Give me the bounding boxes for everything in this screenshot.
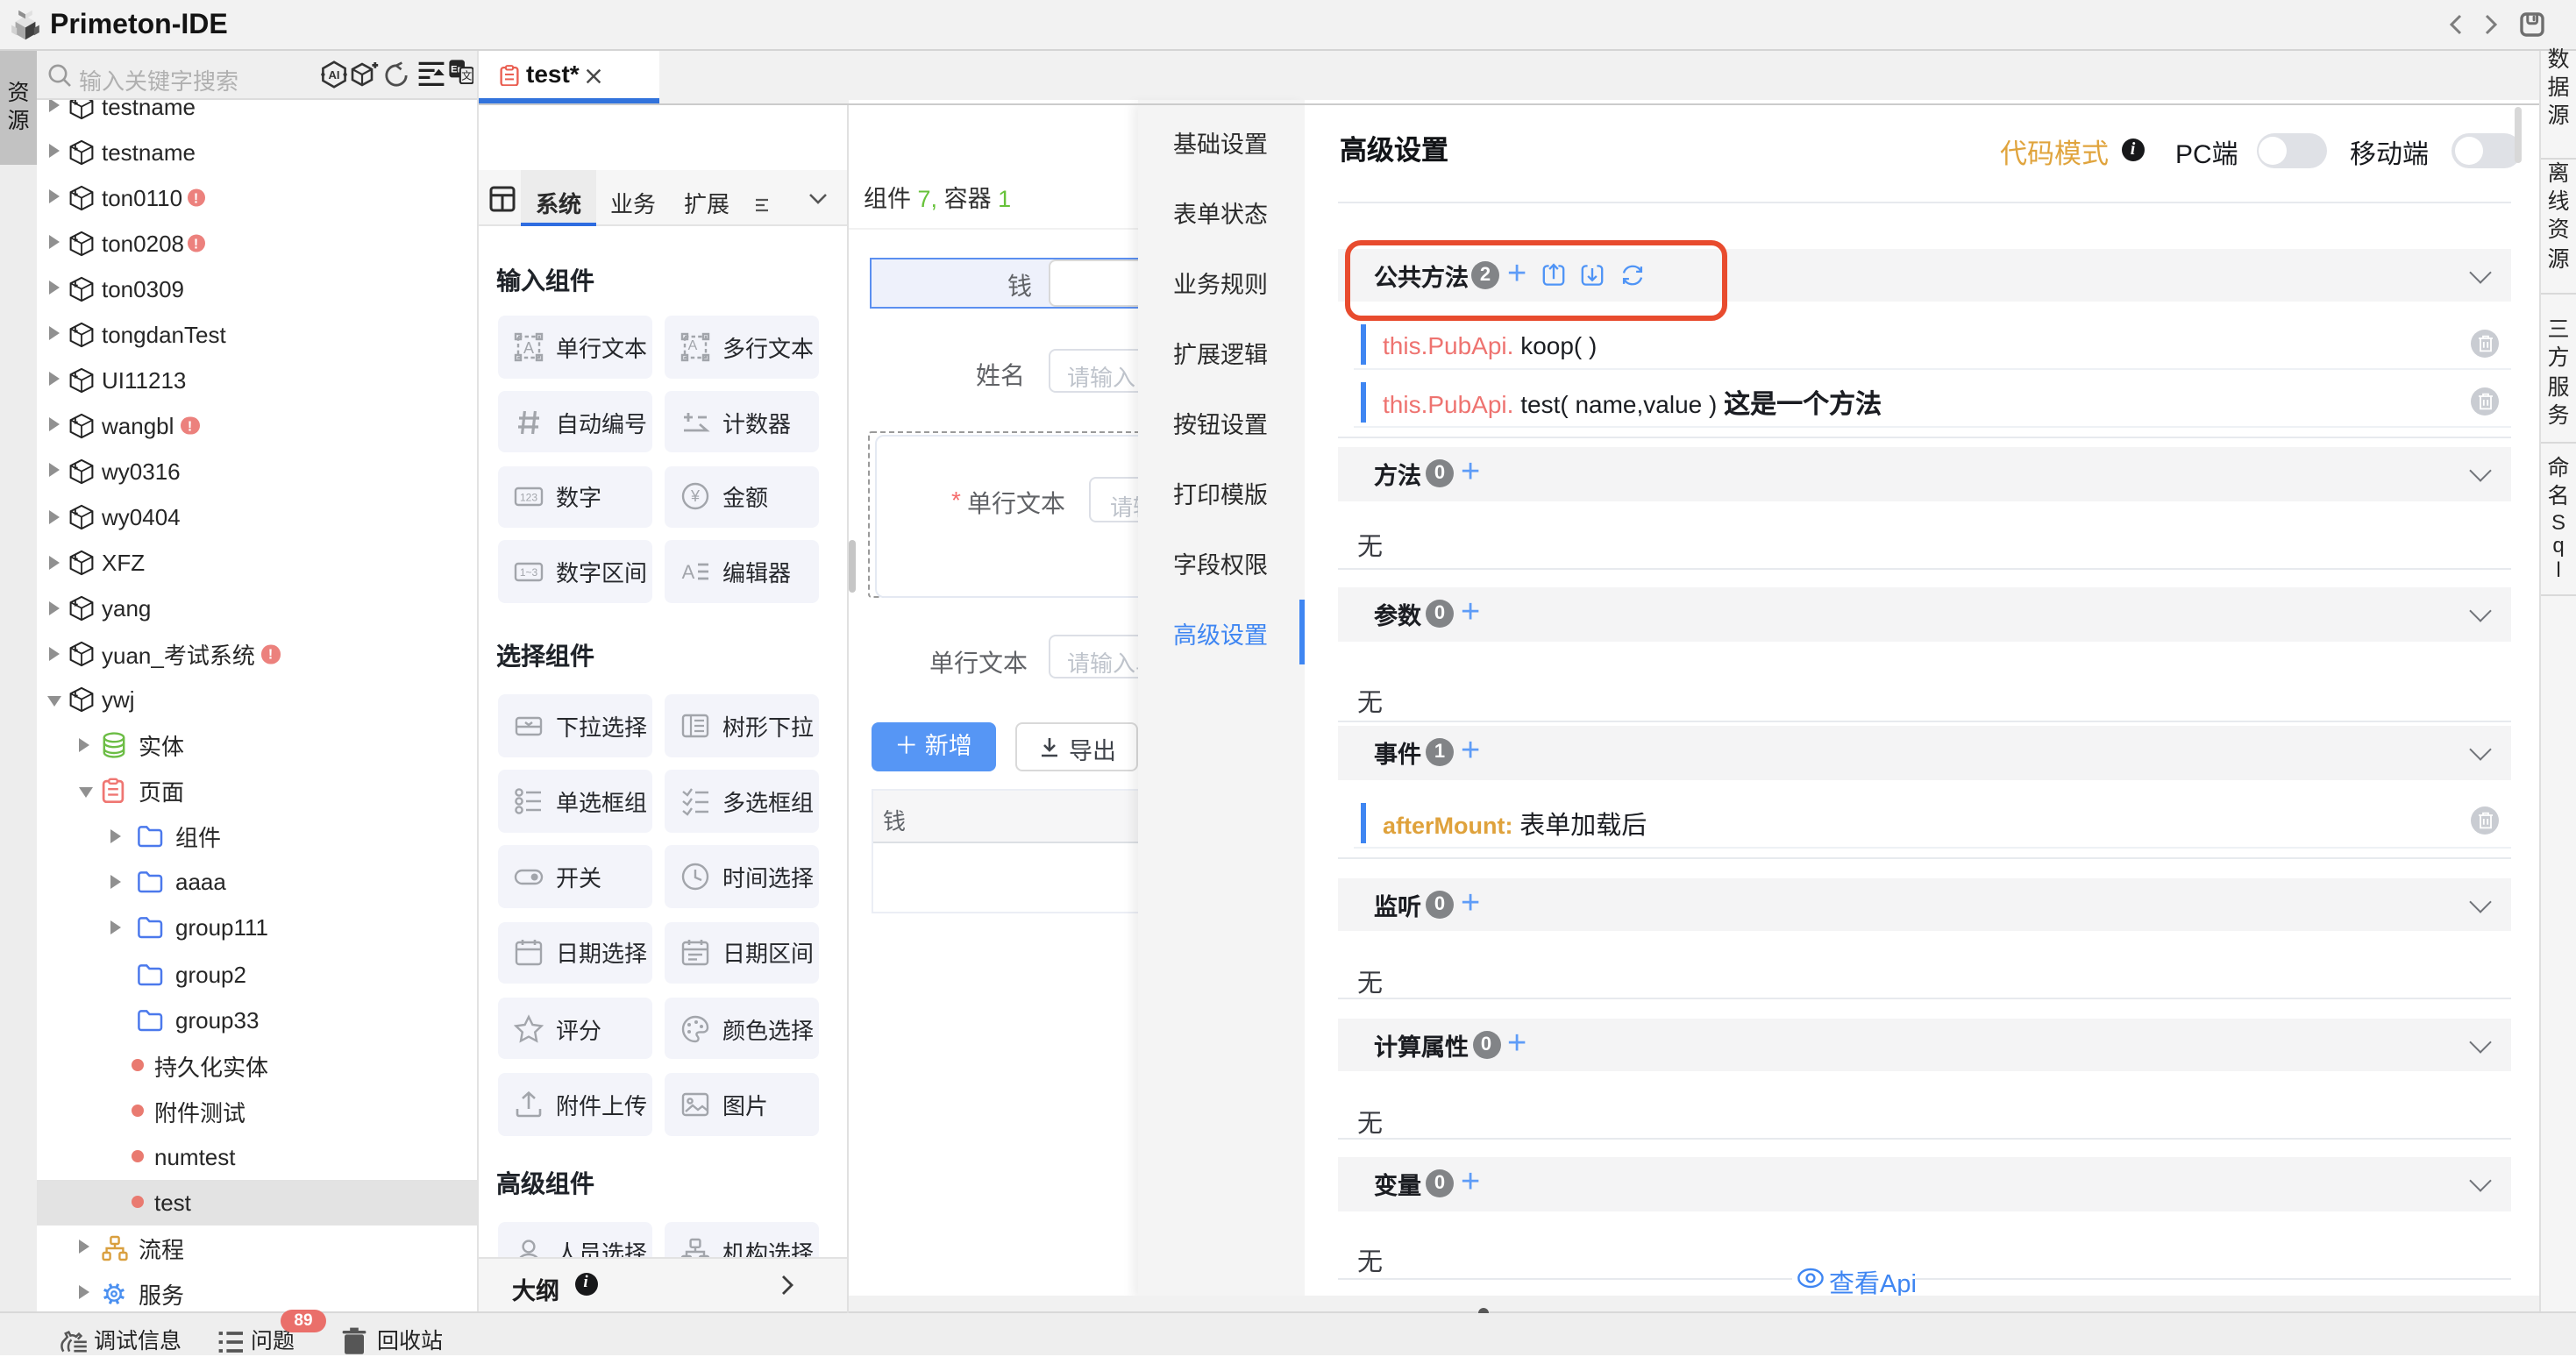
svg-text:¥: ¥ — [690, 488, 701, 506]
svg-text:文: 文 — [461, 68, 472, 82]
svg-text:A: A — [682, 561, 695, 583]
svg-text:123: 123 — [520, 492, 537, 504]
svg-text:AI: AI — [328, 68, 339, 82]
svg-text:1~3: 1~3 — [520, 566, 538, 579]
svg-text:A: A — [523, 339, 534, 357]
svg-text:A: A — [688, 338, 698, 353]
